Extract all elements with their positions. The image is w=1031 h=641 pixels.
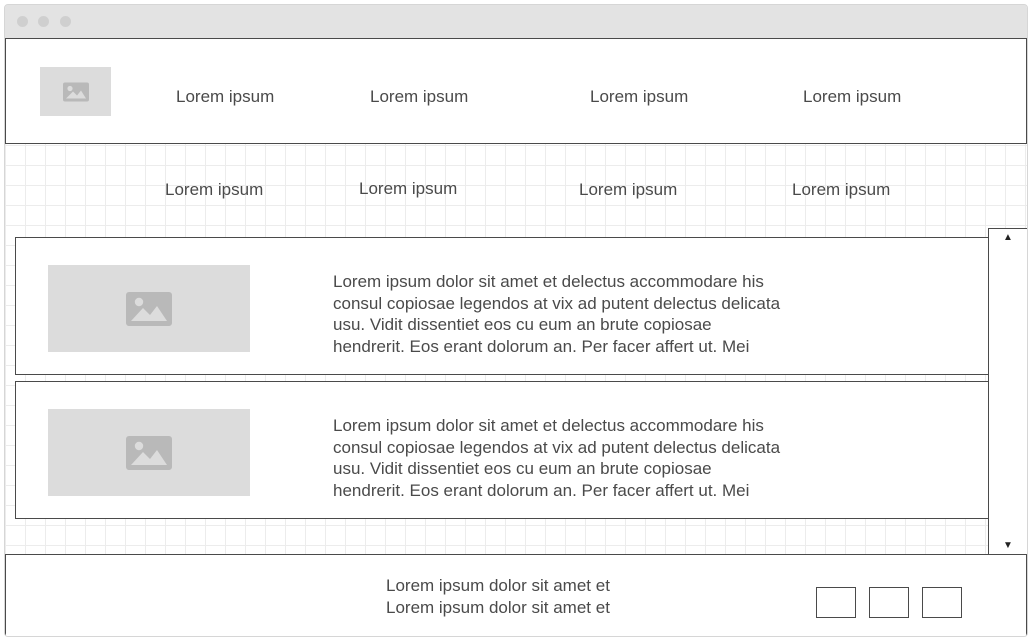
scroll-down-icon[interactable]: ▼ [989,540,1027,552]
subnav-link-4[interactable]: Lorem ipsum [792,180,890,200]
browser-window: Lorem ipsum Lorem ipsum Lorem ipsum Lore… [4,4,1028,637]
footer-button-1[interactable] [816,587,856,618]
card-text-line: usu. Vidit dissentiet eos cu eum an brut… [333,459,712,479]
card-text-line: consul copiosae legendos at vix ad puten… [333,293,781,313]
card-text-line: usu. Vidit dissentiet eos cu eum an brut… [333,315,712,335]
nav-link-3[interactable]: Lorem ipsum [590,87,688,107]
image-icon [126,435,172,470]
content-card-1[interactable]: Lorem ipsum dolor sit amet et delectus a… [15,237,989,375]
card-text-line: consul copiosae legendos at vix ad puten… [333,437,781,457]
subnav-link-1[interactable]: Lorem ipsum [165,180,263,200]
card-description: Lorem ipsum dolor sit amet et delectus a… [333,271,833,358]
image-icon [62,82,89,101]
footer-button-2[interactable] [869,587,909,618]
footer-button-3[interactable] [922,587,962,618]
window-control-dot[interactable] [38,16,49,27]
card-text-line: hendrerit. Eos erant dolorum an. Per fac… [333,481,750,501]
card-image-placeholder [48,409,250,496]
window-control-dot[interactable] [60,16,71,27]
card-text-line: Lorem ipsum dolor sit amet et delectus a… [333,416,764,435]
image-icon [126,291,172,326]
card-description: Lorem ipsum dolor sit amet et delectus a… [333,415,833,502]
card-image-placeholder [48,265,250,352]
footer-bar: Lorem ipsum dolor sit amet et Lorem ipsu… [5,554,1027,636]
nav-link-2[interactable]: Lorem ipsum [370,87,468,107]
card-text-line: Lorem ipsum dolor sit amet et delectus a… [333,272,764,291]
footer-text: Lorem ipsum dolor sit amet et Lorem ipsu… [386,575,610,618]
subnav-link-2[interactable]: Lorem ipsum [359,179,457,199]
window-control-dot[interactable] [17,16,28,27]
window-titlebar [5,5,1027,39]
logo-placeholder[interactable] [40,67,111,116]
header-bar: Lorem ipsum Lorem ipsum Lorem ipsum Lore… [5,38,1027,144]
subnav-link-3[interactable]: Lorem ipsum [579,180,677,200]
scroll-up-icon[interactable]: ▲ [989,232,1027,244]
footer-text-line: Lorem ipsum dolor sit amet et [386,597,610,617]
nav-link-4[interactable]: Lorem ipsum [803,87,901,107]
footer-text-line: Lorem ipsum dolor sit amet et [386,576,610,595]
nav-link-1[interactable]: Lorem ipsum [176,87,274,107]
content-card-2[interactable]: Lorem ipsum dolor sit amet et delectus a… [15,381,989,519]
vertical-scrollbar[interactable]: ▲ ▼ [988,228,1027,556]
card-text-line: hendrerit. Eos erant dolorum an. Per fac… [333,337,750,357]
